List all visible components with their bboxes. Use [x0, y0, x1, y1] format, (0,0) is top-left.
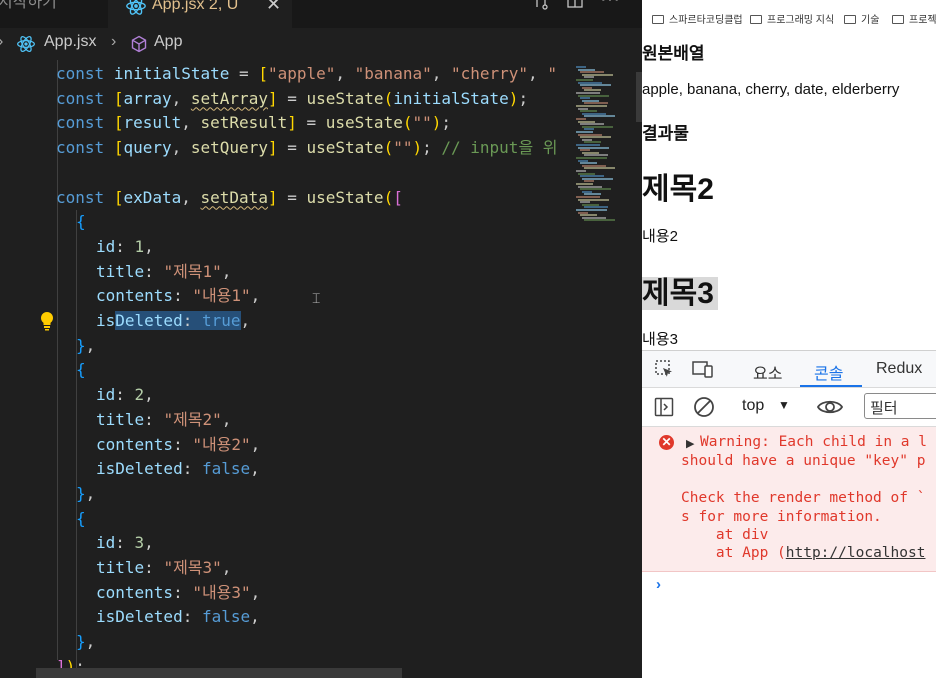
code-line-23: isDeleted: false, [96, 607, 260, 627]
chevron-right-icon: › [111, 33, 117, 50]
react-icon [17, 35, 35, 53]
code-line-10: contents: "내용1", [96, 286, 261, 306]
devtools-panel: 요소 콘솔 Redux top ▼ 필터 ✕ ▶ Warning: Each c… [642, 350, 936, 678]
code-line-20: id: 3, [96, 533, 154, 553]
code-editor[interactable]: 시작하기 App.jsx 2, U ✕ ··· › [0, 0, 642, 678]
error-text: at div [681, 527, 769, 543]
mouse-cursor-icon: ⌶ [312, 290, 321, 306]
code-line-21: title: "제목3", [96, 558, 232, 577]
tab-welcome[interactable]: 시작하기 [0, 0, 108, 28]
code-line-17: isDeleted: false, [96, 459, 260, 479]
symbol-component-icon [131, 35, 147, 53]
expand-triangle-icon[interactable]: ▶ [686, 437, 694, 450]
console-filter-input[interactable]: 필터 [864, 393, 936, 419]
code-line-8: id: 1, [96, 236, 154, 256]
bookmark-folder[interactable]: 프로젝 [892, 11, 936, 26]
code-line-15: title: "제목2", [96, 409, 232, 429]
folder-icon [652, 15, 664, 24]
console-error-message: ✕ ▶ Warning: Each child in a l should ha… [642, 427, 936, 572]
code-line-1: const initialState = ["apple", "banana",… [56, 64, 557, 83]
code-line-13: { [76, 360, 86, 380]
error-stack-line: at App (http://localhost [681, 545, 926, 561]
minimap[interactable] [570, 60, 642, 678]
code-area[interactable]: const initialState = ["apple", "banana",… [0, 60, 570, 678]
code-line-19: { [76, 508, 86, 528]
react-icon [126, 0, 146, 15]
inspect-element-icon[interactable] [654, 359, 674, 384]
original-list: apple, banana, cherry, date, elderberry [642, 81, 900, 98]
console-toolbar: top ▼ 필터 [642, 388, 936, 427]
breadcrumb: › App.jsx › App [0, 28, 642, 58]
code-line-22: contents: "내용3", [96, 582, 261, 602]
code-line-4: const [query, setQuery] = useState(""); … [56, 138, 558, 158]
chevron-right-icon: › [0, 33, 3, 51]
tab-redux[interactable]: Redux [876, 360, 922, 378]
item-contents: 내용2 [642, 228, 678, 245]
tab-welcome-label: 시작하기 [0, 0, 57, 11]
horizontal-scrollbar[interactable] [36, 668, 402, 678]
indent-guide [76, 210, 77, 678]
rendered-page: 원본배열 apple, banana, cherry, date, elderb… [642, 34, 936, 350]
code-line-18: }, [76, 483, 96, 503]
breadcrumb-symbol[interactable]: App [154, 33, 182, 51]
code-line-11: isDeleted: true, [96, 311, 251, 330]
item-title: 제목3 [642, 268, 718, 312]
error-icon: ✕ [659, 435, 674, 450]
editor-tab-bar: 시작하기 App.jsx 2, U ✕ ··· [0, 0, 642, 28]
code-line-7: { [76, 212, 86, 232]
heading-original: 원본배열 [642, 44, 705, 63]
lightbulb-icon[interactable] [39, 311, 55, 336]
tab-app-jsx[interactable]: App.jsx 2, U ✕ [108, 0, 292, 28]
live-expression-icon[interactable] [816, 396, 844, 423]
code-line-16: contents: "내용2", [96, 434, 261, 454]
error-text: s for more information. [681, 509, 882, 525]
source-link[interactable]: http://localhost [786, 545, 926, 561]
sidebar-toggle-icon[interactable] [654, 397, 674, 422]
code-line-6: const [exData, setData] = useState([ [56, 187, 403, 207]
bookmarks-bar: 스파르타코딩클럽 프로그래밍 지식 기술 프로젝 [642, 0, 936, 34]
caret-down-icon[interactable]: ▼ [778, 398, 790, 412]
bookmark-folder[interactable]: 스파르타코딩클럽 [652, 11, 743, 26]
code-line-14: id: 2, [96, 385, 154, 405]
bookmark-folder[interactable]: 프로그래밍 지식 [750, 11, 834, 26]
context-selector[interactable]: top [742, 397, 764, 415]
code-line-24: }, [76, 632, 96, 652]
device-toolbar-icon[interactable] [692, 359, 714, 384]
console-prompt[interactable]: › [656, 576, 661, 593]
folder-icon [844, 15, 856, 24]
compare-changes-icon[interactable] [532, 0, 550, 16]
more-actions-icon[interactable]: ··· [600, 0, 620, 11]
code-line-3: const [result, setResult] = useState("")… [56, 113, 452, 133]
browser-window: 스파르타코딩클럽 프로그래밍 지식 기술 프로젝 원본배열 apple, ban… [642, 0, 936, 678]
item-title: 제목2 [642, 173, 714, 206]
minimap-line [584, 115, 615, 118]
heading-result: 결과물 [642, 124, 689, 143]
item-contents: 내용3 [642, 331, 678, 348]
code-line-12: }, [76, 335, 96, 355]
minimap-line [584, 219, 615, 222]
error-text: should have a unique "key" p [681, 453, 926, 469]
tab-git-status: 2, U [208, 0, 239, 13]
error-text: Check the render method of ` [681, 490, 926, 506]
bookmark-folder[interactable]: 기술 [844, 11, 879, 26]
breadcrumb-file[interactable]: App.jsx [44, 33, 96, 51]
clear-console-icon[interactable] [693, 396, 715, 423]
tab-file-name: App.jsx [152, 0, 205, 13]
tab-console[interactable]: 콘솔 [814, 360, 843, 384]
error-text: Warning: Each child in a l [700, 434, 927, 450]
tab-elements[interactable]: 요소 [753, 360, 782, 384]
devtools-tab-bar: 요소 콘솔 Redux [642, 351, 936, 388]
folder-icon [750, 15, 762, 24]
folder-icon [892, 15, 904, 24]
code-line-2: const [array, setArray] = useState(initi… [56, 88, 529, 108]
code-line-9: title: "제목1", [96, 261, 232, 281]
active-tab-indicator [800, 385, 862, 387]
minimap-line [584, 167, 615, 170]
split-editor-icon[interactable] [566, 0, 584, 16]
close-icon[interactable]: ✕ [266, 0, 281, 15]
